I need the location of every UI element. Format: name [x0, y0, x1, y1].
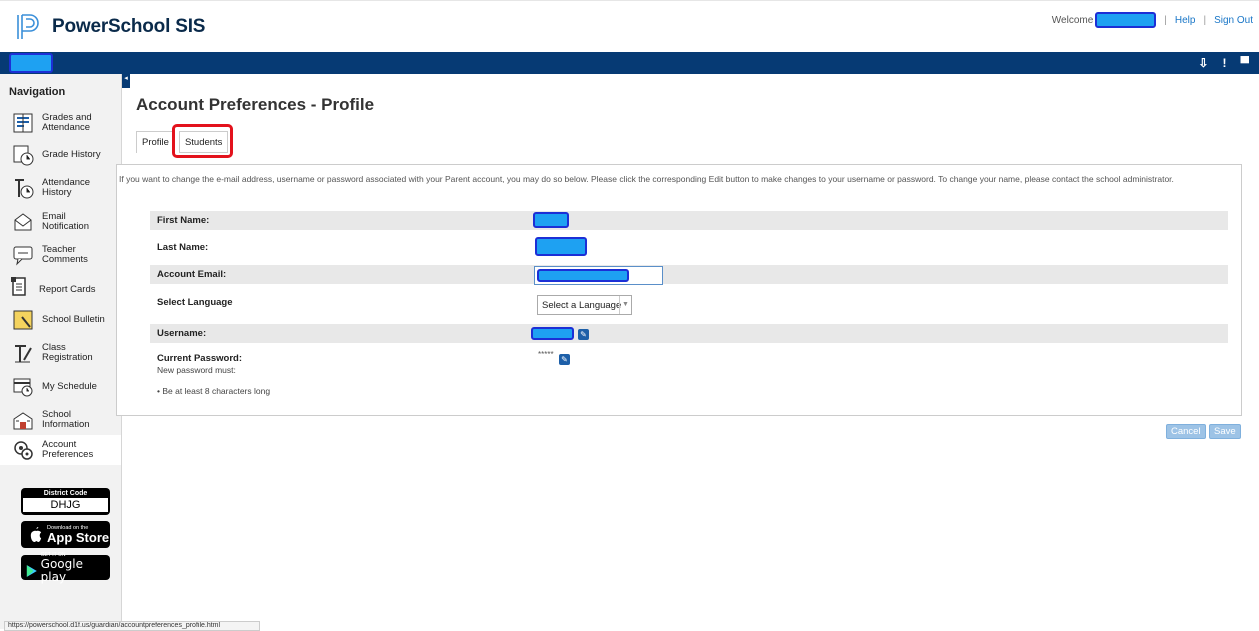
select-language-row: Select Language: [150, 293, 1228, 312]
sidebar-item-grades-attendance[interactable]: Grades and Attendance: [0, 110, 121, 136]
sidebar-item-report-cards[interactable]: Report Cards: [0, 274, 121, 300]
sidebar-item-grade-history[interactable]: Grade History: [0, 143, 121, 167]
password-rule-text: • Be at least 8 characters long: [157, 386, 271, 396]
sign-out-link[interactable]: Sign Out: [1214, 15, 1253, 26]
main-content: Account Preferences - Profile: [136, 95, 374, 115]
header: PowerSchool SIS Welcome | Help | Sign Ou…: [0, 0, 1259, 52]
last-name-row: Last Name:: [150, 238, 1228, 257]
new-password-must-text: New password must:: [157, 365, 236, 375]
sidebar-item-label: Class Registration: [42, 342, 93, 363]
password-mask: *****: [538, 350, 554, 359]
help-link[interactable]: Help: [1175, 15, 1196, 26]
current-password-label: Current Password:: [157, 353, 242, 364]
sidebar-item-teacher-comments[interactable]: Teacher Comments: [0, 242, 121, 268]
sidebar-item-account-preferences[interactable]: Account Preferences: [0, 435, 121, 465]
sidebar-item-label: Teacher Comments: [42, 244, 88, 265]
app-store-big: App Store: [47, 529, 110, 545]
apple-icon: [30, 527, 42, 542]
welcome-text: Welcome: [1051, 14, 1094, 26]
bulletin-icon: [13, 310, 33, 330]
alert-icon[interactable]: !: [1222, 56, 1226, 70]
sidebar-item-email-notification[interactable]: Email Notification: [0, 209, 121, 235]
logo[interactable]: PowerSchool SIS: [16, 13, 205, 41]
page-title: Account Preferences - Profile: [136, 95, 375, 114]
edit-password-icon[interactable]: ✎: [559, 354, 570, 365]
first-name-row: First Name:: [150, 211, 1228, 230]
user-redaction: [9, 53, 53, 73]
report-icon: [11, 277, 26, 296]
collapse-nav-icon[interactable]: ◂: [122, 74, 130, 88]
last-name-label: Last Name:: [157, 242, 209, 253]
account-email-row: Account Email:: [150, 265, 1228, 284]
district-code-label: District Code: [43, 490, 88, 497]
sidebar-item-label: Grade History: [42, 149, 101, 160]
school-icon: [13, 412, 33, 430]
print-icon[interactable]: ▀: [1240, 56, 1249, 70]
google-play-icon: [26, 564, 37, 577]
app-store-badge[interactable]: Download on the App Store: [21, 521, 110, 548]
sidebar-item-label: Grades and Attendance: [42, 112, 92, 133]
email-icon: [14, 213, 32, 231]
sidebar-item-label: Attendance History: [42, 177, 91, 198]
email-field[interactable]: [534, 266, 663, 285]
save-button[interactable]: Save: [1209, 424, 1241, 439]
account-email-label: Account Email:: [157, 269, 227, 280]
registration-icon: [15, 345, 32, 363]
top-toolbar: ⇩ ! ▀: [0, 52, 1259, 74]
first-name-label: First Name:: [157, 215, 210, 226]
last-name-redaction: [535, 237, 587, 256]
language-select-value: Select a Language: [542, 300, 622, 311]
google-play-badge[interactable]: GET IT ON Google play: [21, 552, 110, 583]
download-icon[interactable]: ⇩: [1198, 56, 1208, 70]
username-redaction: [1095, 12, 1157, 28]
separator: |: [1203, 14, 1207, 26]
sidebar-item-label: Email Notification: [42, 211, 89, 232]
district-code-badge: District Code DHJG: [21, 488, 110, 515]
grades-icon: [13, 113, 33, 133]
chevron-down-icon: ▼: [619, 296, 631, 314]
sidebar-item-class-registration[interactable]: Class Registration: [0, 340, 121, 366]
schedule-icon: [13, 378, 33, 397]
sidebar: Navigation Grades and Attendance Grade H…: [0, 74, 122, 629]
attendance-icon: [15, 179, 34, 199]
sidebar-item-label: My Schedule: [42, 381, 97, 392]
google-play-big: Google play: [40, 556, 83, 584]
sidebar-item-school-bulletin[interactable]: School Bulletin: [0, 307, 121, 333]
toolbar-tools: ⇩ ! ▀: [1198, 56, 1249, 70]
tab-profile[interactable]: Profile: [136, 131, 175, 153]
intro-text: If you want to change the e-mail address…: [119, 174, 1174, 184]
sidebar-item-attendance-history[interactable]: Attendance History: [0, 175, 121, 201]
username-row: Username:: [150, 324, 1228, 343]
sidebar-item-label: Account Preferences: [42, 439, 94, 460]
first-name-redaction: [533, 212, 569, 228]
preferences-icon: [14, 441, 33, 460]
nav-title: Navigation: [9, 86, 66, 98]
tab-bar: Profile Students: [136, 124, 233, 158]
username-value-redaction: [531, 327, 574, 340]
top-links: Welcome | Help | Sign Out: [1052, 12, 1253, 28]
language-select[interactable]: Select a Language ▼: [537, 295, 632, 315]
separator: |: [1164, 14, 1167, 26]
username-label: Username:: [157, 328, 207, 339]
cancel-button[interactable]: Cancel: [1166, 424, 1206, 439]
sidebar-item-label: School Bulletin: [42, 314, 105, 325]
email-redaction: [537, 269, 629, 282]
sidebar-item-my-schedule[interactable]: My Schedule: [0, 374, 121, 400]
sidebar-item-label: Report Cards: [39, 284, 96, 295]
district-code-value: DHJG: [23, 498, 108, 512]
password-row: Current Password: New password must: • B…: [150, 349, 1228, 399]
select-language-label: Select Language: [157, 297, 233, 308]
status-bar-url: https://powerschool.d1f.us/guardian/acco…: [4, 621, 260, 631]
sidebar-item-label: School Information: [42, 409, 90, 430]
powerschool-logo-icon: [17, 14, 39, 39]
comments-icon: [13, 246, 33, 266]
tab-students[interactable]: Students: [172, 124, 233, 158]
edit-username-icon[interactable]: ✎: [578, 329, 589, 340]
app-title: PowerSchool SIS: [52, 16, 206, 37]
history-icon: [13, 145, 34, 166]
sidebar-item-school-information[interactable]: School Information: [0, 407, 121, 433]
